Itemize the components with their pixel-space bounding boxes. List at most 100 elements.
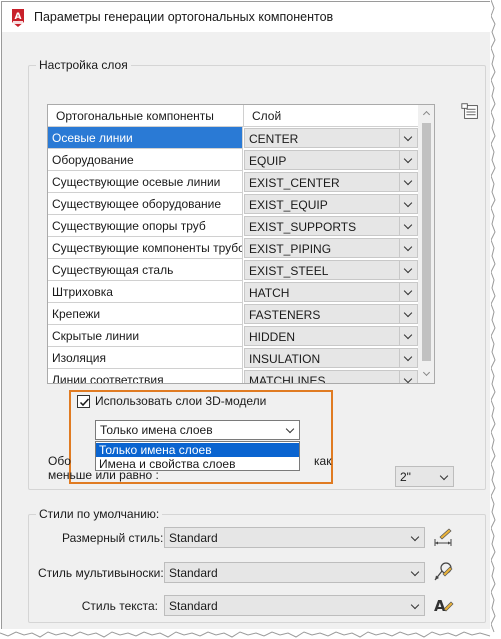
checkmark-icon (79, 398, 90, 407)
use-3d-layers-checkbox[interactable] (77, 395, 90, 408)
text-style-value: Standard (169, 599, 218, 613)
component-name-cell[interactable]: Существующая сталь (48, 259, 243, 281)
chevron-down-icon[interactable] (439, 471, 449, 481)
column-header-component[interactable]: Ортогональные компоненты (48, 105, 243, 127)
grid-row[interactable]: Осевые линии CENTER (48, 127, 418, 149)
chevron-down-icon[interactable] (399, 349, 417, 367)
layer-mode-combo[interactable]: Только имена слоев (95, 420, 300, 440)
autocad-app-icon: A (12, 9, 24, 27)
grid-row[interactable]: Штриховка HATCH (48, 281, 418, 303)
layer-combo[interactable]: EXIST_SUPPORTS (244, 216, 418, 236)
svg-text:A: A (15, 12, 22, 22)
component-name-cell[interactable]: Штриховка (48, 281, 243, 303)
chevron-down-icon[interactable] (399, 305, 417, 323)
layer-value: EXIST_CENTER (249, 176, 340, 190)
layer-settings-group-label: Настройка слоя (36, 58, 131, 72)
dimension-style-icon[interactable] (431, 525, 455, 549)
component-name-cell[interactable]: Изоляция (48, 347, 243, 369)
layer-value: EXIST_EQUIP (249, 198, 328, 212)
grid-vertical-scrollbar[interactable] (418, 105, 434, 383)
chevron-down-icon[interactable] (399, 371, 417, 383)
component-name-cell[interactable]: Крепежи (48, 303, 243, 325)
component-name-cell[interactable]: Линии соответствия (48, 369, 243, 383)
component-name-cell[interactable]: Оборудование (48, 149, 243, 171)
size-threshold-value: 2" (400, 470, 411, 484)
grid-row[interactable]: Изоляция INSULATION (48, 347, 418, 369)
chevron-down-icon[interactable] (399, 239, 417, 257)
layer-properties-button[interactable] (458, 100, 484, 124)
layer-combo[interactable]: HIDDEN (244, 326, 418, 346)
component-name-cell[interactable]: Существующие опоры труб (48, 215, 243, 237)
layer-combo[interactable]: CENTER (244, 128, 418, 148)
grid-row[interactable]: Линии соответствия MATCHLINES (48, 369, 418, 383)
grid-row[interactable]: Существующие компоненты трубо... EXIST_P… (48, 237, 418, 259)
dimension-style-combo[interactable]: Standard (164, 527, 425, 548)
text-style-label: Стиль текста: (81, 599, 158, 613)
text-style-combo[interactable]: Standard (164, 595, 425, 616)
multileader-style-label: Стиль мультивыноски: (38, 566, 164, 580)
component-name-cell[interactable]: Существующие осевые линии (48, 171, 243, 193)
grid-row[interactable]: Существующее оборудование EXIST_EQUIP (48, 193, 418, 215)
layer-combo[interactable]: FASTENERS (244, 304, 418, 324)
use-3d-layers-label[interactable]: Использовать слои 3D-модели (95, 394, 266, 408)
grid-row[interactable]: Скрытые линии HIDDEN (48, 325, 418, 347)
grid-row[interactable]: Крепежи FASTENERS (48, 303, 418, 325)
layer-combo[interactable]: HATCH (244, 282, 418, 302)
chevron-down-icon[interactable] (410, 567, 420, 577)
chevron-down-icon[interactable] (399, 173, 417, 191)
layer-mode-value: Только имена слоев (100, 423, 213, 437)
dimension-style-value: Standard (169, 531, 218, 545)
obscured-label-start: Обо (48, 454, 71, 468)
layer-mode-dropdown-list[interactable]: Только имена слоев Имена и свойства слое… (95, 441, 300, 471)
layer-value: EXIST_PIPING (249, 242, 332, 256)
layer-value: HIDDEN (249, 330, 296, 344)
layer-value: FASTENERS (249, 308, 321, 322)
dropdown-option-names-only[interactable]: Только имена слоев (96, 443, 299, 457)
torn-edge-bottom (0, 631, 491, 638)
torn-edge-right (491, 0, 496, 633)
chevron-down-icon[interactable] (399, 151, 417, 169)
component-name-cell[interactable]: Осевые линии (48, 127, 243, 149)
layer-combo[interactable]: EQUIP (244, 150, 418, 170)
chevron-down-icon[interactable] (399, 327, 417, 345)
layer-combo[interactable]: EXIST_STEEL (244, 260, 418, 280)
layer-combo[interactable]: EXIST_CENTER (244, 172, 418, 192)
chevron-down-icon[interactable] (399, 129, 417, 147)
layer-combo[interactable]: MATCHLINES (244, 370, 418, 383)
grid-row[interactable]: Оборудование EQUIP (48, 149, 418, 171)
grid-row[interactable]: Существующие опоры труб EXIST_SUPPORTS (48, 215, 418, 237)
chevron-down-icon[interactable] (410, 600, 420, 610)
layer-value: EXIST_SUPPORTS (249, 220, 357, 234)
chevron-down-icon[interactable] (410, 532, 420, 542)
layer-value: EXIST_STEEL (249, 264, 329, 278)
text-style-icon[interactable]: A (431, 593, 455, 617)
size-threshold-label: меньше или равно : (48, 468, 159, 482)
column-header-layer[interactable]: Слой (244, 105, 418, 127)
layer-combo[interactable]: INSULATION (244, 348, 418, 368)
title-bar[interactable]: A Параметры генерации ортогональных комп… (2, 2, 491, 32)
scroll-thumb[interactable] (422, 123, 431, 361)
layer-combo[interactable]: EXIST_EQUIP (244, 194, 418, 214)
grid-row[interactable]: Существующая сталь EXIST_STEEL (48, 259, 418, 281)
scroll-down-icon[interactable] (418, 366, 434, 383)
component-name-cell[interactable]: Скрытые линии (48, 325, 243, 347)
layer-value: EQUIP (249, 154, 287, 168)
chevron-down-icon[interactable] (399, 195, 417, 213)
component-name-cell[interactable]: Существующие компоненты трубо... (48, 237, 243, 259)
layer-value: HATCH (249, 286, 290, 300)
scroll-up-icon[interactable] (418, 105, 434, 122)
chevron-down-icon[interactable] (399, 261, 417, 279)
chevron-down-icon[interactable] (399, 283, 417, 301)
multileader-style-value: Standard (169, 566, 218, 580)
component-name-cell[interactable]: Существующее оборудование (48, 193, 243, 215)
chevron-down-icon[interactable] (399, 217, 417, 235)
dimension-style-label: Размерный стиль: (62, 531, 164, 545)
layer-value: INSULATION (249, 352, 321, 366)
multileader-style-combo[interactable]: Standard (164, 562, 425, 583)
grid-row[interactable]: Существующие осевые линии EXIST_CENTER (48, 171, 418, 193)
default-styles-group-label: Стили по умолчанию: (36, 507, 163, 521)
chevron-down-icon[interactable] (285, 424, 295, 434)
size-threshold-combo[interactable]: 2" (395, 466, 454, 487)
multileader-style-icon[interactable] (431, 560, 455, 584)
layer-combo[interactable]: EXIST_PIPING (244, 238, 418, 258)
